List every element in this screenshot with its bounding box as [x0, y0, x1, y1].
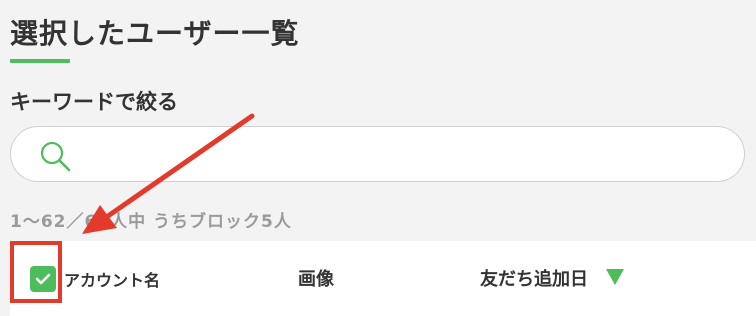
annotation-highlight-box [10, 241, 62, 303]
table-header: アカウント名 画像 友だち追加日 [10, 241, 756, 316]
search-input[interactable] [83, 135, 727, 175]
search-icon [40, 141, 71, 172]
column-header-image: 画像 [298, 269, 334, 290]
column-header-friend-added-date[interactable]: 友だち追加日 [480, 265, 588, 291]
column-header-account-name[interactable]: アカウント名 [64, 267, 160, 291]
keyword-filter-label: キーワードで絞る [10, 90, 178, 114]
title-underline [10, 59, 70, 63]
result-count: 1～62／62人中 うちブロック5人 [10, 212, 292, 232]
search-box[interactable] [10, 126, 745, 182]
page-title: 選択したユーザー一覧 [10, 17, 300, 50]
triangle-down-icon[interactable] [605, 268, 625, 286]
